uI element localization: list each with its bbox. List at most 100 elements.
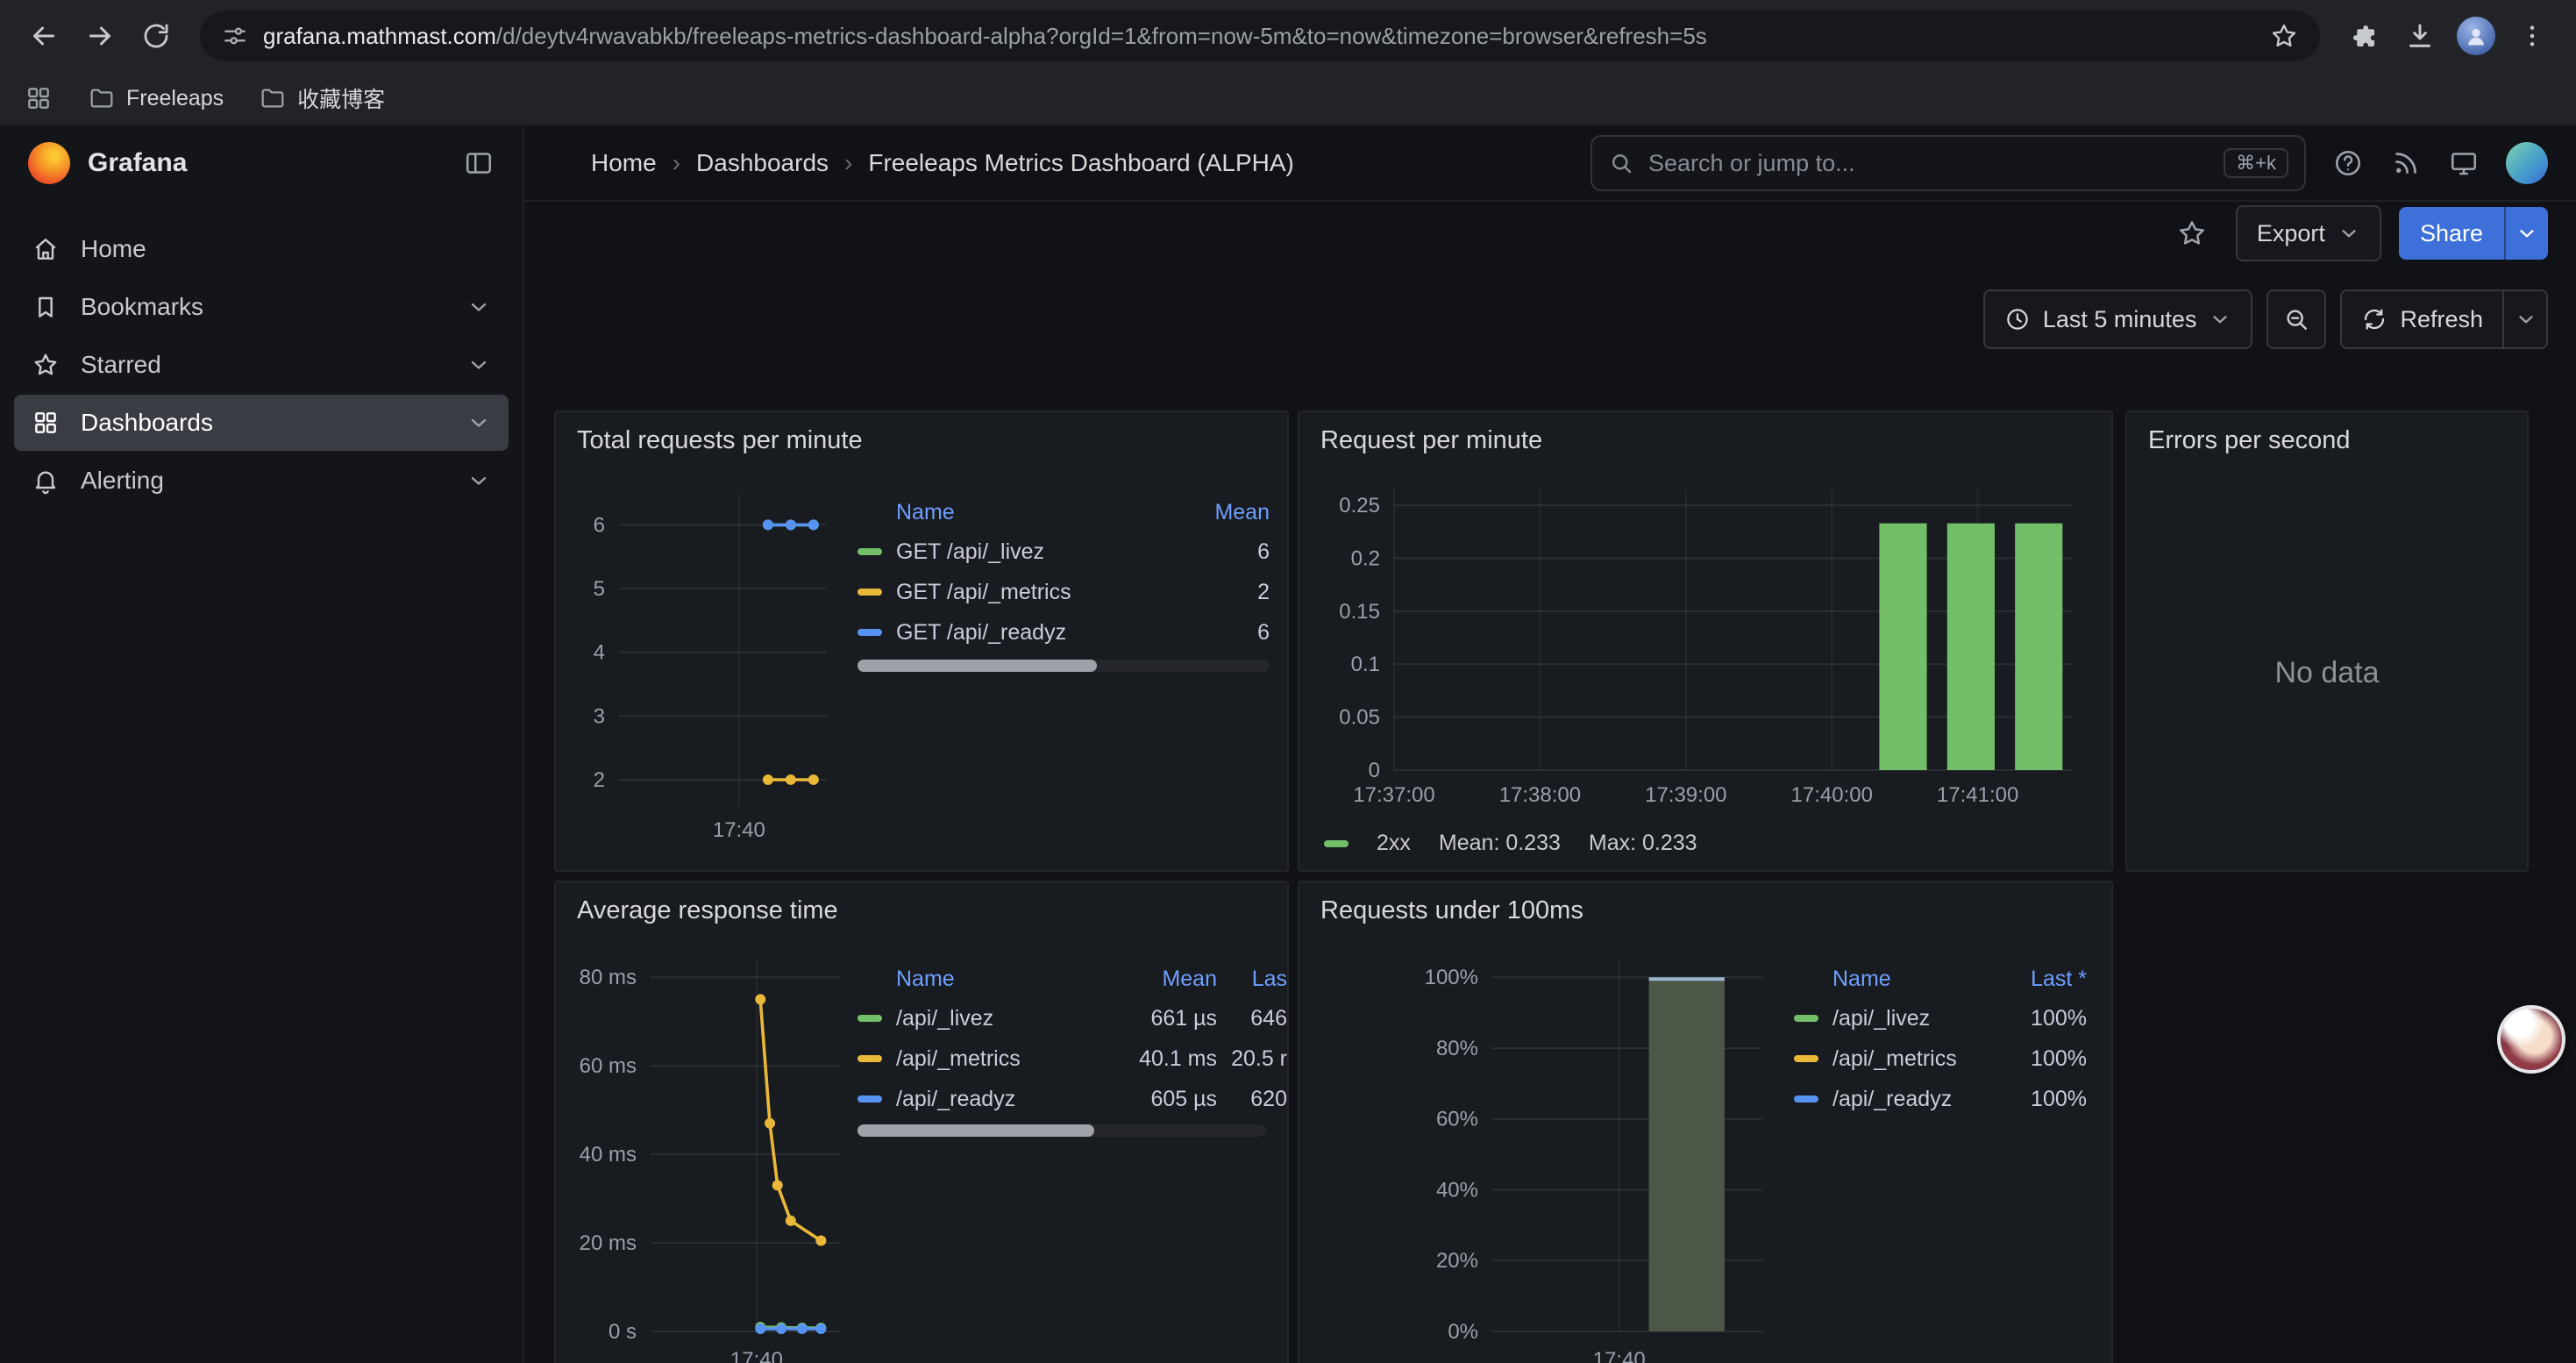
series-name[interactable]: /api/_livez: [1832, 1006, 2003, 1031]
series-name[interactable]: GET /api/_readyz: [896, 620, 1189, 646]
series-name[interactable]: /api/_readyz: [896, 1087, 1115, 1112]
series-name[interactable]: GET /api/_metrics: [896, 580, 1189, 605]
dock-sidebar-icon[interactable]: [463, 147, 495, 179]
chevron-down-icon[interactable]: [466, 468, 491, 493]
profile-button[interactable]: [2450, 10, 2502, 62]
star-icon: [2176, 218, 2208, 249]
series-name[interactable]: 2xx: [1377, 831, 1411, 856]
share-button[interactable]: Share: [2399, 207, 2504, 260]
chevron-down-icon[interactable]: [466, 410, 491, 435]
breadcrumb-current: Freeleaps Metrics Dashboard (ALPHA): [868, 149, 1294, 177]
series-mean: 6: [1189, 539, 1270, 565]
panel-title[interactable]: Total requests per minute: [556, 412, 1287, 459]
scrollbar-thumb[interactable]: [857, 1124, 1094, 1137]
legend-row[interactable]: GET /api/_metrics 2: [857, 572, 1270, 612]
legend-row[interactable]: GET /api/_readyz 6: [857, 612, 1270, 653]
downloads-button[interactable]: [2394, 10, 2446, 62]
sidebar-item-dashboards[interactable]: Dashboards: [14, 395, 509, 451]
site-settings-icon[interactable]: [221, 22, 249, 50]
svg-text:6: 6: [594, 513, 605, 537]
news-rss-icon[interactable]: [2390, 147, 2422, 179]
legend-header: Name Last *: [1794, 960, 2087, 998]
grafana-logo[interactable]: [28, 142, 70, 184]
under-100ms-chart[interactable]: 100%80%60%40%20%0%17:40: [1313, 942, 1783, 1363]
zoom-out-time-button[interactable]: [2266, 289, 2326, 349]
panel-title[interactable]: Errors per second: [2127, 412, 2527, 459]
apps-grid-icon[interactable]: [25, 84, 53, 112]
legend-col-name[interactable]: Name: [857, 500, 1189, 525]
reload-button[interactable]: [130, 10, 182, 62]
series-name[interactable]: /api/_metrics: [896, 1046, 1115, 1072]
panel-title[interactable]: Requests under 100ms: [1299, 882, 2111, 929]
url-bar[interactable]: grafana.mathmast.com/d/deytv4rwavabkb/fr…: [200, 11, 2320, 61]
chevron-down-icon[interactable]: [466, 295, 491, 319]
svg-text:5: 5: [594, 577, 605, 601]
request-per-minute-chart[interactable]: 0.250.20.150.10.05017:37:0017:38:0017:39…: [1313, 472, 2097, 816]
svg-text:0.2: 0.2: [1351, 546, 1380, 570]
series-name[interactable]: /api/_metrics: [1832, 1046, 2003, 1072]
sidebar-item-home[interactable]: Home: [14, 221, 509, 277]
url-text[interactable]: grafana.mathmast.com/d/deytv4rwavabkb/fr…: [263, 23, 2255, 50]
avg-response-time-chart[interactable]: 80 ms60 ms40 ms20 ms0 s17:40: [566, 942, 854, 1363]
back-button[interactable]: [18, 10, 70, 62]
forward-button[interactable]: [74, 10, 126, 62]
bookmark-folder-blogs[interactable]: 收藏博客: [259, 82, 385, 114]
panel-title[interactable]: Average response time: [556, 882, 1287, 929]
legend-row[interactable]: /api/_readyz 100%: [1794, 1079, 2087, 1119]
legend-col-mean[interactable]: Mean: [1115, 967, 1217, 992]
svg-text:17:39:00: 17:39:00: [1645, 783, 1726, 807]
legend-scrollbar[interactable]: [857, 660, 1270, 672]
legend-row[interactable]: /api/_livez 661 µs 646: [857, 998, 1287, 1038]
series-name[interactable]: GET /api/_livez: [896, 539, 1189, 565]
series-swatch: [857, 629, 882, 636]
legend-row[interactable]: GET /api/_livez 6: [857, 532, 1270, 572]
svg-text:3: 3: [594, 704, 605, 728]
refresh-button[interactable]: Refresh: [2340, 289, 2504, 349]
series-name[interactable]: /api/_readyz: [1832, 1087, 2003, 1112]
help-icon[interactable]: [2332, 147, 2364, 179]
scrollbar-thumb[interactable]: [857, 660, 1097, 672]
favorite-dashboard-button[interactable]: [2166, 207, 2218, 260]
extensions-button[interactable]: [2338, 10, 2390, 62]
floating-avatar[interactable]: [2497, 1005, 2565, 1074]
svg-text:17:37:00: 17:37:00: [1353, 783, 1434, 807]
bookmark-star-icon[interactable]: [2269, 21, 2299, 51]
search-input[interactable]: Search or jump to... ⌘+k: [1590, 135, 2306, 191]
browser-menu-button[interactable]: [2506, 10, 2558, 62]
time-range-picker[interactable]: Last 5 minutes: [1983, 289, 2253, 349]
browser-chrome: grafana.mathmast.com/d/deytv4rwavabkb/fr…: [0, 0, 2576, 126]
legend-col-last[interactable]: Las: [1217, 967, 1287, 992]
bookmark-folder-freeleaps[interactable]: Freeleaps: [88, 84, 224, 112]
refresh-icon: [2361, 306, 2387, 332]
legend-header: Name Mean Las: [857, 960, 1287, 998]
legend-row[interactable]: /api/_metrics 100%: [1794, 1038, 2087, 1079]
legend-col-mean[interactable]: Mean: [1189, 500, 1270, 525]
monitor-icon[interactable]: [2448, 147, 2480, 179]
legend-row[interactable]: /api/_livez 100%: [1794, 998, 2087, 1038]
legend-row[interactable]: /api/_readyz 605 µs 620: [857, 1079, 1287, 1119]
refresh-interval-button[interactable]: [2504, 289, 2548, 349]
breadcrumb-dashboards[interactable]: Dashboards: [696, 149, 829, 177]
total-requests-chart[interactable]: 6543217:40: [566, 472, 847, 851]
series-swatch: [857, 1055, 882, 1062]
series-name[interactable]: /api/_livez: [896, 1006, 1115, 1031]
user-avatar[interactable]: [2506, 142, 2548, 184]
browser-toolbar: grafana.mathmast.com/d/deytv4rwavabkb/fr…: [0, 0, 2576, 72]
svg-text:0%: 0%: [1448, 1320, 1478, 1344]
legend-col-name[interactable]: Name: [1794, 967, 2003, 992]
legend-col-name[interactable]: Name: [857, 967, 1115, 992]
legend-item[interactable]: 2xx: [1324, 831, 1411, 856]
legend-col-last[interactable]: Last *: [2003, 967, 2087, 992]
breadcrumb-home[interactable]: Home: [591, 149, 657, 177]
sidebar-item-bookmarks[interactable]: Bookmarks: [14, 279, 509, 335]
sidebar-item-starred[interactable]: Starred: [14, 337, 509, 393]
grafana-app: Grafana Home Bookmarks Starred: [0, 126, 2576, 1363]
panel-title[interactable]: Request per minute: [1299, 412, 2111, 459]
share-split-button: Share: [2399, 207, 2548, 260]
legend-scrollbar[interactable]: [857, 1124, 1266, 1137]
export-button[interactable]: Export: [2236, 205, 2381, 261]
sidebar-item-alerting[interactable]: Alerting: [14, 453, 509, 509]
chevron-down-icon[interactable]: [466, 353, 491, 377]
legend-row[interactable]: /api/_metrics 40.1 ms 20.5 r: [857, 1038, 1287, 1079]
share-menu-button[interactable]: [2504, 207, 2548, 260]
